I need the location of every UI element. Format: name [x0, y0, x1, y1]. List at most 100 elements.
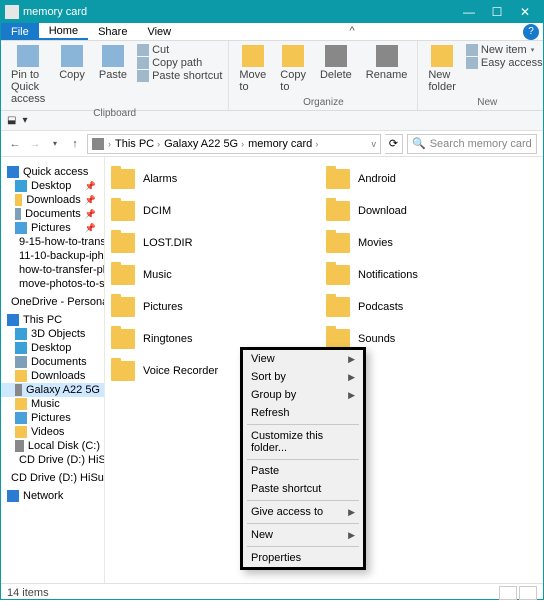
folder-item[interactable]: Pictures: [109, 291, 324, 323]
close-button[interactable]: ✕: [511, 5, 539, 19]
tab-view[interactable]: View: [137, 23, 181, 40]
paste-button[interactable]: Paste: [93, 43, 133, 83]
chevron-right-icon: ▶: [348, 390, 355, 401]
pc-icon: [7, 314, 19, 326]
sidebar-recent3[interactable]: how-to-transfer-photo: [1, 263, 104, 277]
folder-item[interactable]: DCIM: [109, 195, 324, 227]
folder-item[interactable]: Movies: [324, 227, 539, 259]
ctx-sortby[interactable]: Sort by▶: [243, 368, 363, 386]
copypath-button[interactable]: Copy path: [137, 57, 222, 69]
sidebar-onedrive[interactable]: OneDrive - Personal: [1, 295, 104, 309]
ctx-view[interactable]: View▶: [243, 350, 363, 368]
refresh-button[interactable]: ⟳: [385, 134, 403, 154]
nav-recent-button[interactable]: ▾: [47, 139, 63, 148]
nav-back-button[interactable]: ←: [7, 138, 23, 150]
breadcrumb[interactable]: › This PC› Galaxy A22 5G› memory card› v: [87, 134, 381, 154]
copyto-button[interactable]: Copy to: [274, 43, 312, 95]
nav-forward-button[interactable]: →: [27, 138, 43, 150]
help-icon[interactable]: ?: [523, 24, 539, 40]
folder-item[interactable]: Notifications: [324, 259, 539, 291]
file-pane[interactable]: Alarms AndroidDCIMDownloadLOST.DIR Movies M…: [105, 157, 543, 583]
cut-button[interactable]: Cut: [137, 44, 222, 56]
tab-share[interactable]: Share: [88, 23, 137, 40]
separator: [247, 424, 359, 425]
pin-quickaccess-button[interactable]: Pin to Quick access: [5, 43, 51, 107]
sidebar-documents[interactable]: Documents📌: [1, 207, 104, 221]
documents-icon: [15, 356, 27, 368]
easyaccess-button[interactable]: Easy access▾: [466, 57, 544, 69]
copy-button[interactable]: Copy: [53, 43, 91, 83]
search-input[interactable]: 🔍 Search memory card: [407, 134, 537, 154]
ctx-pasteshortcut[interactable]: Paste shortcut: [243, 480, 363, 498]
tab-file[interactable]: File: [1, 23, 39, 40]
qat-dropdown-icon[interactable]: ▾: [22, 115, 27, 126]
sidebar-thispc[interactable]: This PC: [1, 313, 104, 327]
sidebar-downloads2[interactable]: Downloads: [1, 369, 104, 383]
folder-icon: [111, 169, 135, 189]
rename-button[interactable]: Rename: [360, 43, 414, 83]
folder-item[interactable]: Android: [324, 163, 539, 195]
maximize-button[interactable]: ☐: [483, 5, 511, 19]
content-area: Quick access Desktop📌 Downloads📌 Documen…: [1, 157, 543, 583]
view-large-button[interactable]: [519, 586, 537, 600]
breadcrumb-folder[interactable]: memory card›: [248, 138, 318, 150]
chevron-right-icon: ▶: [348, 530, 355, 541]
sidebar-galaxy[interactable]: Galaxy A22 5G: [1, 383, 104, 397]
search-icon: 🔍: [412, 137, 426, 150]
minimize-button[interactable]: —: [455, 5, 483, 19]
tab-home[interactable]: Home: [39, 23, 88, 40]
nav-up-button[interactable]: ↑: [67, 138, 83, 150]
sidebar-quickaccess[interactable]: Quick access: [1, 165, 104, 179]
sidebar-recent1[interactable]: 9-15-how-to-transfer-p: [1, 235, 104, 249]
sidebar-desktop[interactable]: Desktop📌: [1, 179, 104, 193]
folder-item[interactable]: Alarms: [109, 163, 324, 195]
qat-back-icon[interactable]: ⬓: [7, 115, 16, 126]
folder-item[interactable]: LOST.DIR: [109, 227, 324, 259]
newitem-button[interactable]: New item▾: [466, 44, 544, 56]
phone-icon: [15, 384, 22, 396]
newfolder-button[interactable]: New folder: [422, 43, 462, 95]
folder-name: Movies: [358, 237, 393, 249]
folder-icon: [326, 265, 350, 285]
ctx-refresh[interactable]: Refresh: [243, 404, 363, 422]
sidebar-documents2[interactable]: Documents: [1, 355, 104, 369]
sidebar-localdisk[interactable]: Local Disk (C:): [1, 439, 104, 453]
ctx-customize[interactable]: Customize this folder...: [243, 427, 363, 457]
sidebar-recent4[interactable]: move-photos-to-sd-ca: [1, 277, 104, 291]
ctx-new[interactable]: New▶: [243, 526, 363, 544]
folder-icon: [326, 169, 350, 189]
sidebar-music[interactable]: Music: [1, 397, 104, 411]
ribbon-collapse-icon[interactable]: ^: [343, 23, 360, 40]
view-details-button[interactable]: [499, 586, 517, 600]
breadcrumb-thispc[interactable]: This PC›: [115, 138, 160, 150]
folder-item[interactable]: Podcasts: [324, 291, 539, 323]
pasteshortcut-button[interactable]: Paste shortcut: [137, 70, 222, 82]
documents-icon: [15, 208, 21, 220]
folder-item[interactable]: Music: [109, 259, 324, 291]
sidebar-cddrive[interactable]: CD Drive (D:) HiSuite: [1, 453, 104, 467]
moveto-button[interactable]: Move to: [233, 43, 272, 95]
sidebar-network[interactable]: Network: [1, 489, 104, 503]
sidebar-desktop2[interactable]: Desktop: [1, 341, 104, 355]
ctx-paste[interactable]: Paste: [243, 462, 363, 480]
pin-icon: 📌: [85, 195, 96, 206]
sidebar-pictures[interactable]: Pictures📌: [1, 221, 104, 235]
ctx-giveaccess[interactable]: Give access to▶: [243, 503, 363, 521]
app-icon: [5, 5, 19, 19]
ctx-properties[interactable]: Properties: [243, 549, 363, 567]
breadcrumb-dropdown-icon[interactable]: v: [372, 139, 377, 149]
ctx-groupby[interactable]: Group by▶: [243, 386, 363, 404]
sidebar-cddrive2[interactable]: CD Drive (D:) HiSuite: [1, 471, 104, 485]
folder-name: Alarms: [143, 173, 177, 185]
copypath-icon: [137, 57, 149, 69]
sidebar-3dobjects[interactable]: 3D Objects: [1, 327, 104, 341]
sidebar-downloads[interactable]: Downloads📌: [1, 193, 104, 207]
folder-icon: [111, 297, 135, 317]
sidebar-pictures2[interactable]: Pictures: [1, 411, 104, 425]
group-label: Clipboard: [5, 107, 224, 119]
sidebar-recent2[interactable]: 11-10-backup-iphone-t: [1, 249, 104, 263]
sidebar-videos[interactable]: Videos: [1, 425, 104, 439]
delete-button[interactable]: Delete: [314, 43, 358, 83]
breadcrumb-device[interactable]: Galaxy A22 5G›: [164, 138, 244, 150]
folder-item[interactable]: Download: [324, 195, 539, 227]
